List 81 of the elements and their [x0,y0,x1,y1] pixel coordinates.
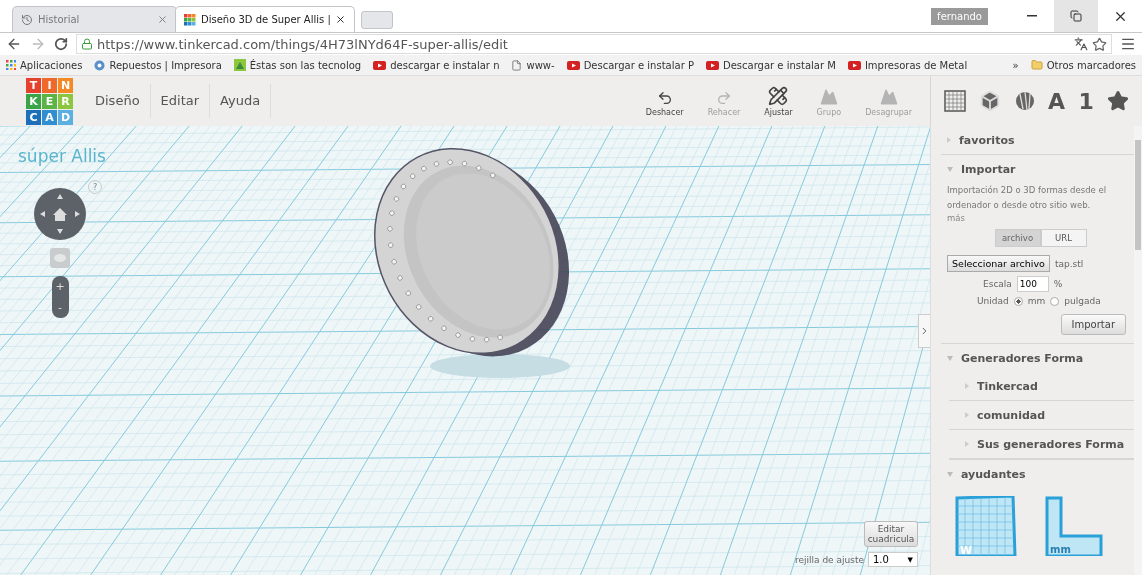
edit-grid-button[interactable]: Editar cuadricula [864,521,918,547]
bookmark-star-icon[interactable] [1092,36,1107,52]
lock-icon [81,38,93,50]
unit-radio[interactable] [1013,296,1023,306]
choose-file-button[interactable]: Seleccionar archivo [947,255,1050,272]
file-name: tap.stl [1054,258,1084,269]
address-bar[interactable]: https://www.tinkercad.com/things/4H73lNYd64F-super-allis/edit [76,34,1112,54]
video-icon [373,60,387,70]
gear-icon [94,59,106,71]
bookmark-link[interactable]: descargar e instalar n [373,59,500,71]
undo-icon [656,89,673,106]
import-description: Importación 2D o 3D formas desde el ordenador o desde otro sitio web. [947,184,1108,212]
menu-item[interactable]: Diseño [85,84,151,118]
view-cube-control-drawing[interactable] [34,188,86,240]
unit-option: mm [1027,296,1046,306]
more-bookmarks-button[interactable]: » [1012,59,1019,71]
scrollbar[interactable] [1134,126,1142,575]
translate-icon[interactable] [1074,37,1088,51]
mountains-icon [819,87,838,106]
shapes-button[interactable] [1014,91,1035,111]
bookmark-link[interactable]: www- [511,59,555,71]
import-button[interactable]: Importar [1060,314,1126,335]
folder-icon [1030,59,1043,71]
video-icon [847,60,861,70]
percent-label: % [1053,279,1063,289]
cube-icon [979,90,1002,112]
close-icon[interactable] [335,14,346,25]
unit-radio[interactable] [1050,296,1060,306]
cube-button[interactable] [979,90,1002,112]
section-header[interactable]: ayudantes [941,460,1134,488]
snap-label: rejilla de ajuste [795,554,864,565]
reload-button[interactable] [54,37,68,51]
scale-label: Escala [983,279,1012,289]
toolbar-button[interactable]: Deshacer [641,89,688,117]
bookmark-link[interactable]: Aplicaciones [6,59,83,71]
toolbar-button[interactable]: Ajustar [760,85,797,117]
back-button[interactable] [6,36,22,52]
source-toggle[interactable]: archivo [994,229,1041,247]
redo-icon [716,89,732,106]
restore-icon [1070,10,1082,22]
scale-input[interactable]: 100 [1016,276,1049,292]
menu-button[interactable] [1120,36,1136,52]
pencil-ruler-icon [768,85,789,106]
mountains-icon [879,87,898,106]
grid-icon [943,90,966,112]
bookmark-folder[interactable]: Otros marcadores [1030,59,1136,71]
section-header[interactable]: Importar [941,155,1134,183]
bookmark-link[interactable]: Descargar e instalar M [705,59,836,71]
bookmark-link[interactable]: Descargar e instalar P [566,59,694,71]
page-icon [511,59,523,71]
source-toggle[interactable]: URL [1040,229,1087,247]
bookmark-link[interactable]: Éstas son las tecnolog [233,59,362,71]
video-icon [566,60,580,70]
workplane-button[interactable] [943,90,966,112]
history-icon [21,13,33,26]
collapse-panel-handle[interactable] [918,314,930,348]
tinkercad-favicon-icon [184,13,196,26]
minimize-icon [1027,15,1037,17]
favorites-button[interactable] [1107,90,1130,112]
menu-item[interactable]: Editar [150,84,211,118]
star-icon [1107,90,1130,112]
leaf-icon [233,59,246,71]
zoom-in-button[interactable]: + [51,276,69,297]
ruler-helper-drawing[interactable]: mm [1045,496,1103,556]
bookmark-link[interactable]: Repuestos | Impresora [94,59,222,71]
restore-button[interactable] [1054,0,1098,32]
section-header[interactable]: Generadores Forma [941,344,1134,372]
video-icon [705,60,719,70]
apps-icon [6,60,16,70]
bookmark-link[interactable]: Impresoras de Metal [847,59,968,71]
zoom-out-button[interactable]: - [51,297,69,318]
menu-item[interactable]: Ayuda [210,84,272,118]
unit-option: pulgada [1064,296,1101,306]
browser-tab[interactable]: Historial [12,6,177,32]
text-glyph-button[interactable]: 1 [1078,88,1094,114]
striped-shape-icon [1014,91,1035,111]
browser-tab[interactable]: Diseño 3D de Super Allis | [175,6,355,32]
unit-label: Unidad [977,296,1009,306]
more-link[interactable]: más [947,213,1134,223]
tinkercad-logo[interactable]: T I N K E R C A D [26,77,73,125]
text-glyph-button[interactable]: A [1048,88,1066,114]
